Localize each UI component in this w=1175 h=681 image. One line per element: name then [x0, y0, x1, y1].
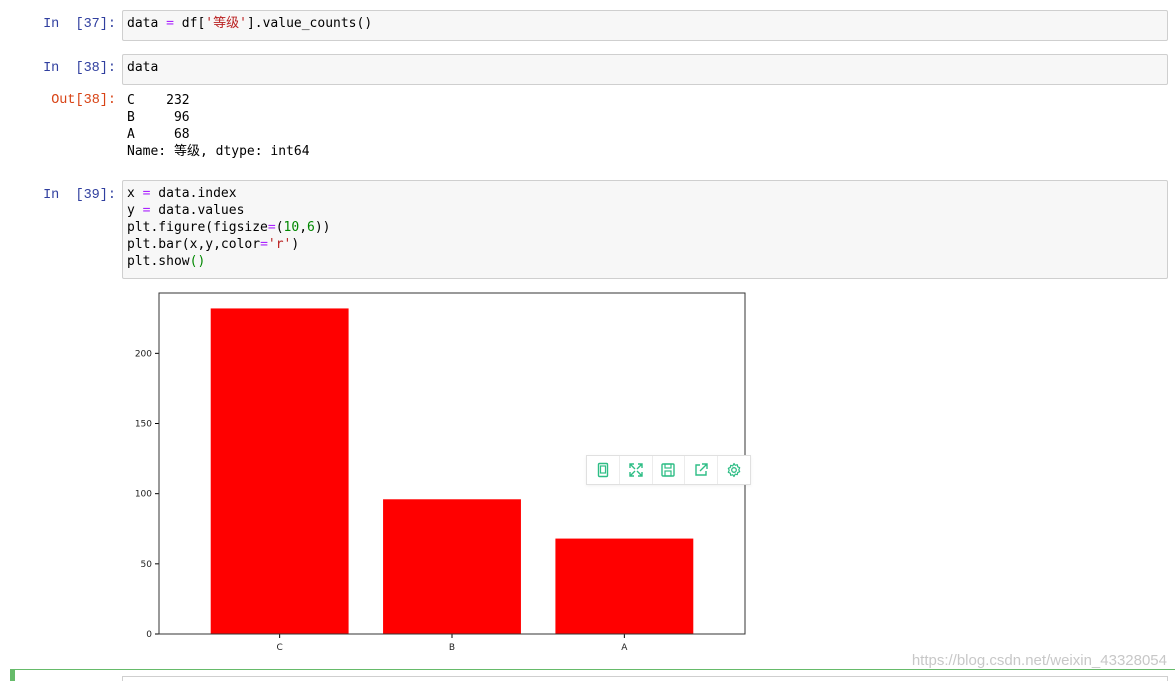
code-line: plt.figure(figsize=(10,6)) — [127, 219, 1163, 236]
code-token: = — [260, 237, 268, 252]
output-line: Name: 等级, dtype: int64 — [127, 144, 310, 159]
code-token: data — [127, 16, 167, 31]
share-button[interactable] — [685, 456, 719, 484]
bar-A — [555, 538, 694, 634]
code-cell-37[interactable]: data = df['等级'].value_counts() — [122, 10, 1168, 41]
copy-button[interactable] — [587, 456, 620, 484]
watermark: https://blog.csdn.net/weixin_43328054 — [911, 652, 1167, 669]
x-tick-label-B: B — [449, 643, 455, 653]
code-token: () — [189, 254, 206, 269]
output-line: B 96 — [127, 110, 190, 125]
code-line: plt.show() — [127, 253, 1163, 270]
code-token: 6 — [307, 220, 315, 235]
save-button[interactable] — [653, 456, 686, 484]
cell-38-prompt: In [38]: — [43, 61, 116, 76]
settings-button[interactable] — [718, 456, 750, 484]
code-token: , — [299, 220, 308, 235]
out-38-prompt: Out[38]: — [51, 93, 116, 108]
bar-B — [383, 499, 521, 634]
y-tick-label-100: 100 — [135, 490, 152, 500]
share-icon — [695, 463, 708, 476]
settings-icon — [727, 462, 741, 478]
code-token: plt.figure(figsize — [127, 220, 268, 235]
code-token: 'r' — [267, 237, 292, 252]
bar-C — [210, 308, 349, 634]
cell-39-prompt: In [39]: — [43, 188, 116, 203]
y-tick-label-0: 0 — [146, 630, 152, 640]
expand-icon — [628, 463, 643, 477]
code-token: df[ — [173, 16, 206, 31]
copy-icon — [597, 462, 609, 478]
y-tick-label-150: 150 — [135, 420, 152, 430]
y-tick-label-200: 200 — [135, 349, 152, 359]
image-toolbar — [586, 455, 751, 485]
code-line: data — [127, 59, 1163, 76]
code-token: = — [267, 220, 276, 235]
y-tick-label-50: 50 — [141, 560, 153, 570]
output-line: A 68 — [127, 127, 190, 142]
code-token: y — [127, 203, 143, 218]
code-token: plt.show — [127, 254, 190, 269]
code-line: y = data.values — [127, 202, 1163, 219]
code-token: )) — [314, 220, 331, 235]
code-token: '等级' — [205, 16, 247, 31]
code-line: data = df['等级'].value_counts() — [127, 15, 1163, 32]
save-icon — [661, 463, 676, 477]
x-tick-label-A: A — [621, 643, 628, 653]
code-token: ].value_counts() — [246, 16, 373, 31]
code-line: x = data.index — [127, 185, 1163, 202]
cell-37-prompt: In [37]: — [43, 17, 116, 32]
code-token: data.index — [150, 186, 237, 201]
next-code-cell[interactable] — [122, 676, 1168, 681]
expand-button[interactable] — [620, 456, 653, 484]
code-token: data.values — [150, 203, 245, 218]
code-token: x — [127, 186, 143, 201]
code-token: ( — [275, 220, 284, 235]
code-token: 10 — [283, 220, 300, 235]
output-38: C 232 B 96 A 68 Name: 等级, dtype: int64 — [127, 92, 310, 160]
code-cell-38[interactable]: data — [122, 54, 1168, 85]
output-line: C 232 — [127, 93, 190, 108]
code-token: = — [166, 16, 174, 31]
code-token: plt.bar(x,y,color — [127, 237, 261, 252]
x-tick-label-C: C — [276, 643, 282, 653]
code-cell-39[interactable]: x = data.index y = data.values plt.figure(… — [122, 180, 1168, 279]
code-line: plt.bar(x,y,color='r') — [127, 236, 1163, 253]
code-token: data — [127, 60, 159, 75]
code-token: ) — [291, 237, 300, 252]
